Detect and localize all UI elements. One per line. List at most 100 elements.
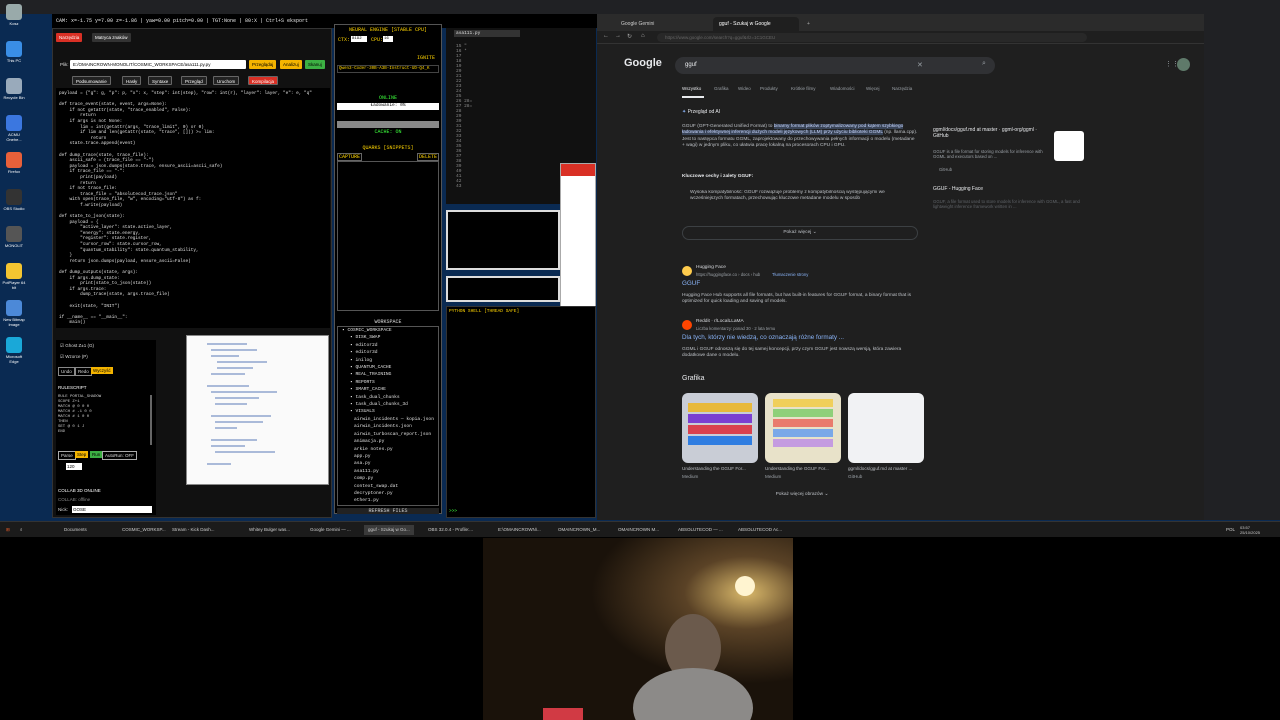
desktop-icon[interactable]: Recycle Bin: [2, 78, 26, 100]
tab-gguf[interactable]: gguf - Szukaj w Google: [713, 17, 799, 31]
workspace-tree-item[interactable]: ▪ COSMIC_WORKSPACE: [338, 327, 438, 334]
taskbar-app[interactable]: OMAINCROWN M...: [614, 525, 663, 535]
clear-button[interactable]: Wyczyść: [91, 367, 113, 374]
workspace-tree-item[interactable]: ▪ VISUALS: [338, 408, 438, 415]
ghost-checkbox[interactable]: ☑ Ghost Z±1 (G): [60, 343, 94, 349]
nick-input[interactable]: GOSE: [72, 506, 152, 513]
workspace-tree-item[interactable]: ▪ editor3d: [338, 349, 438, 356]
action-button[interactable]: Syntaxe: [148, 76, 173, 85]
desktop-icon[interactable]: Firefox: [2, 152, 26, 174]
action-button[interactable]: Przegląd: [181, 76, 207, 85]
workspace-tree-item[interactable]: animacja.py: [338, 438, 438, 445]
workspace-tree-item[interactable]: asa.py: [338, 460, 438, 467]
workspace-tree-item[interactable]: arkie notes.py: [338, 446, 438, 453]
workspace-tree-item[interactable]: airwin_turboscan_report.json: [338, 431, 438, 438]
workspace-tree-item[interactable]: ▪ task_dual_chunks_3d: [338, 401, 438, 408]
workspace-tree-item[interactable]: ▪ task_dual_chunks: [338, 394, 438, 401]
desktop-icon[interactable]: This PC: [2, 41, 26, 63]
google-logo[interactable]: Google: [624, 57, 662, 69]
new-tab-icon[interactable]: +: [801, 17, 816, 31]
workspace-tree-item[interactable]: airwin_incidents.json: [338, 423, 438, 430]
workspace-tree-item[interactable]: comp.py: [338, 475, 438, 482]
side-source-2[interactable]: GGUF - Hugging Face GGUF, a file format …: [933, 186, 1093, 226]
image-result-3[interactable]: [848, 393, 924, 463]
search-nav-tab[interactable]: Produkty: [760, 86, 778, 91]
scan-button[interactable]: Skanuj: [305, 60, 325, 69]
model-select[interactable]: Qwen3-Coder-30B-A3B-Instruct-UD-Q4_K: [337, 65, 439, 73]
workspace-tree-item[interactable]: ▪ editor2d: [338, 342, 438, 349]
taskbar-app[interactable]: E:\OMAINCROWN\...: [494, 525, 545, 535]
search-nav-tab[interactable]: Wideo: [738, 86, 751, 91]
workspace-tree-item[interactable]: ▪ SMART_CACHE: [338, 386, 438, 393]
workspace-tree-item[interactable]: app.py: [338, 453, 438, 460]
home-icon[interactable]: ⌂: [641, 33, 645, 39]
taskbar-app[interactable]: ABSOLUTECOD — ...: [674, 525, 727, 535]
workspace-tree-item[interactable]: ether1.py: [338, 497, 438, 504]
taskbar-app[interactable]: Documents: [60, 525, 91, 535]
image-caption[interactable]: Understanding the GGUF For... Medium: [765, 466, 843, 479]
action-button[interactable]: Podsumowanie: [72, 76, 111, 85]
delete-button[interactable]: DELETE: [417, 153, 440, 161]
more-images-button[interactable]: Pokaż więcej obrazów ⌄: [682, 492, 922, 497]
desktop-icon[interactable]: ACMU Onehe...: [2, 115, 26, 142]
avatar[interactable]: [1177, 58, 1190, 71]
desktop-icon[interactable]: MONOLIT: [2, 226, 26, 248]
r1-title[interactable]: GGUF: [682, 280, 700, 287]
r1-translate[interactable]: Tłumaczenie strony: [772, 272, 808, 278]
workspace-tree-item[interactable]: context_swap.dat: [338, 483, 438, 490]
taskbar-app[interactable]: Stream - Kick Dash...: [168, 525, 219, 535]
desktop-icon[interactable]: Kosz: [2, 4, 26, 26]
action-button[interactable]: Uruchom: [213, 76, 240, 85]
forward-icon[interactable]: →: [615, 33, 621, 39]
image-caption[interactable]: ggml/docs/gguf.md at master ... GitHub: [848, 466, 926, 479]
run-button[interactable]: Run: [90, 451, 103, 458]
taskbar-app[interactable]: ABSOLUTECOD Ac...: [734, 525, 786, 535]
capture-button[interactable]: CAPTURE: [337, 153, 363, 161]
start-icon[interactable]: ⊞: [2, 525, 14, 535]
tab-gemini[interactable]: Google Gemini: [615, 17, 711, 31]
taskbar-app[interactable]: Google Gemini — ...: [306, 525, 355, 535]
taskbar-search-icon[interactable]: ⌕: [16, 525, 27, 535]
image-result-1[interactable]: [682, 393, 758, 463]
undo-button[interactable]: Undo: [58, 367, 75, 376]
r1-url[interactable]: https://huggingface.co › docs › hub: [696, 272, 760, 278]
back-icon[interactable]: ←: [603, 33, 609, 39]
search-nav-tab[interactable]: Wszystko: [682, 86, 701, 91]
workspace-tree-item[interactable]: decryptoner.py: [338, 490, 438, 497]
action-button[interactable]: Kompilacja: [248, 76, 279, 85]
search-nav-tab[interactable]: Więcej: [866, 86, 880, 91]
autorun-button[interactable]: AutoRun: OFF: [102, 451, 138, 460]
desktop-icon[interactable]: PotPlayer 64 bit: [2, 263, 26, 290]
code-editor[interactable]: payload = {"g": g, "p": p, "x": x, "step…: [56, 88, 330, 328]
step-button[interactable]: Step: [75, 451, 89, 458]
taskbar-app[interactable]: OMAINCROWN_M...: [554, 525, 604, 535]
refresh-files-button[interactable]: REFRESH FILES: [337, 508, 439, 514]
taskbar-app[interactable]: gguf - Szukaj w Go...: [364, 525, 414, 535]
taskbar-app[interactable]: OBS 32.0.4 - Profile:...: [424, 525, 477, 535]
side2-title[interactable]: GGUF - Hugging Face: [933, 186, 983, 192]
search-nav-tab[interactable]: Wiadomości: [830, 86, 855, 91]
workspace-tree-item[interactable]: ▪ REPORTS: [338, 379, 438, 386]
code-minimap[interactable]: [186, 335, 329, 485]
parse-button[interactable]: Parse: [58, 451, 76, 460]
search-nav-tab[interactable]: Krótkie filmy: [791, 86, 816, 91]
workspace-tree-item[interactable]: ▪ REAL_TRAINING: [338, 371, 438, 378]
show-more-button[interactable]: Pokaż więcej ⌄: [682, 226, 918, 240]
url-input[interactable]: https://www.google.com/search?q=gguf&rlz…: [657, 33, 1087, 42]
workspace-tree-item[interactable]: airwin_incidents — kopia.json: [338, 416, 438, 423]
workspace-tree-item[interactable]: ▪ inilog: [338, 357, 438, 364]
desktop-icon[interactable]: Microsoft Edge: [2, 337, 26, 364]
ms-input[interactable]: 120: [66, 463, 82, 470]
r2-title[interactable]: Dla tych, którzy nie wiedzą, co oznaczaj…: [682, 334, 844, 341]
workspace-tree[interactable]: ▪ COSMIC_WORKSPACE ▪ DISK_SWAP ▪ editor2d ▪…: [337, 326, 439, 506]
clear-search-icon[interactable]: ✕: [917, 61, 923, 69]
workspace-tree-item[interactable]: ▪ DISK_SWAP: [338, 334, 438, 341]
side-source-1[interactable]: ggml/docs/gguf.md at master · ggml-org/g…: [933, 127, 1093, 187]
python-shell[interactable]: PYTHON SHELL [THREAD SAFE] >>>: [446, 306, 596, 518]
rulescript-editor[interactable]: RULE PORTAL_SHADOW SCOPE Z+1 MATCH @ 0 0…: [58, 395, 152, 445]
desktop-icon[interactable]: New Bitmap Image: [2, 300, 26, 327]
action-button[interactable]: Hasły: [122, 76, 142, 85]
ctx-input[interactable]: 8192: [351, 36, 367, 42]
snippets-list[interactable]: [337, 161, 439, 311]
ignite-button[interactable]: IGNITE: [417, 55, 435, 61]
